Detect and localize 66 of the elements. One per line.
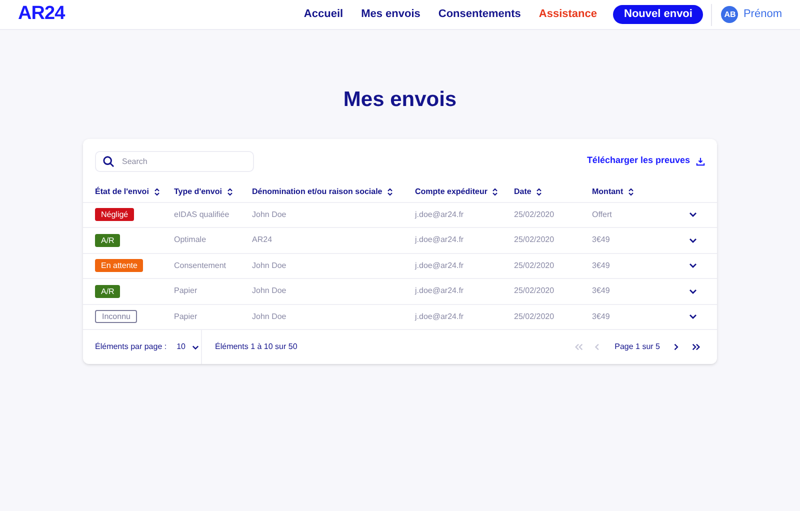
nav-link[interactable]: Accueil (304, 6, 344, 23)
logo[interactable]: AR24 (18, 0, 65, 29)
search-icon (103, 156, 114, 166)
table-cell-text: John Doe (252, 285, 288, 298)
table-cell-text: Offert (592, 208, 613, 221)
column-header[interactable]: Compte expéditeur (415, 186, 514, 198)
table-cell-text: John Doe (252, 310, 288, 323)
chevron-down-icon (192, 344, 199, 350)
table-cell-text: AR24 (252, 234, 274, 246)
sort-icon (536, 188, 542, 196)
chevron-down-icon (689, 263, 697, 268)
table-cell-text: 25/02/2020 (514, 234, 556, 246)
per-page-label: Éléments par page : (95, 341, 167, 353)
download-proofs-link[interactable]: Télécharger les preuves (586, 154, 705, 168)
table-cell-text: Papier (174, 310, 198, 323)
nav-link[interactable]: Mes envois (361, 6, 420, 23)
nav-link[interactable]: Consentements (438, 6, 521, 23)
table-cell-text: 3€49 (592, 260, 611, 272)
last-page-button[interactable] (691, 343, 701, 351)
table-cell-text: Consentement (174, 260, 228, 272)
table-cell-text: j.doe@ar24.fr (415, 234, 465, 246)
table-cell-text: Optimale (174, 234, 208, 246)
column-header[interactable]: Date (514, 186, 592, 198)
table-cell-text: eIDAS qualifiée (174, 208, 230, 221)
status-badge: En attente (95, 259, 144, 272)
sort-icon (492, 188, 498, 196)
chevron-down-icon (689, 288, 697, 294)
status-badge: A/R (95, 284, 120, 298)
table-cell-text: 3€49 (592, 310, 611, 323)
table-cell-text: j.doe@ar24.fr (415, 208, 465, 221)
status-badge: Négligé (95, 208, 134, 222)
download-icon (696, 156, 705, 166)
table-cell-text: 3€49 (592, 234, 611, 246)
page-indicator: Page 1 sur 5 (614, 341, 660, 353)
nav-link[interactable]: Assistance (538, 6, 597, 23)
range-text: Éléments 1 à 10 sur 50 (214, 341, 298, 353)
sort-icon (628, 188, 634, 196)
sort-icon (154, 188, 160, 196)
status-badge: Inconnu (95, 310, 138, 324)
column-header[interactable]: Dénomination et/ou raison sociale (252, 186, 415, 198)
chevron-down-icon (689, 212, 697, 218)
column-header[interactable]: Type d'envoi (174, 186, 252, 198)
user-avatar[interactable]: AB (721, 6, 738, 23)
sort-icon (226, 188, 233, 196)
table-cell-text: 25/02/2020 (514, 310, 556, 323)
per-page-select[interactable]: 10 (176, 341, 199, 353)
status-badge: A/R (95, 234, 120, 247)
table-cell-text: 3€49 (592, 285, 611, 298)
table-cell-text: Papier (174, 285, 198, 298)
table-cell-text: John Doe (252, 260, 288, 272)
chevron-down-icon (689, 314, 697, 320)
sort-icon (387, 188, 394, 196)
chevron-down-icon (689, 238, 697, 243)
table-cell-text: 25/02/2020 (514, 285, 556, 298)
column-header[interactable]: État de l'envoi (95, 186, 174, 198)
page-title: Mes envois (342, 87, 458, 113)
table-cell-text: 25/02/2020 (514, 260, 556, 272)
table-cell-text: j.doe@ar24.fr (415, 285, 465, 298)
new-send-button[interactable]: Nouvel envoi (613, 5, 704, 24)
table-cell-text: j.doe@ar24.fr (415, 260, 465, 272)
column-header[interactable]: Montant (592, 186, 675, 198)
user-name[interactable]: Prénom (743, 6, 782, 23)
table-cell-text: John Doe (252, 208, 288, 221)
table-cell-text: 25/02/2020 (514, 208, 556, 221)
table-cell-text: j.doe@ar24.fr (415, 310, 465, 323)
search-field[interactable]: Search (95, 150, 254, 172)
